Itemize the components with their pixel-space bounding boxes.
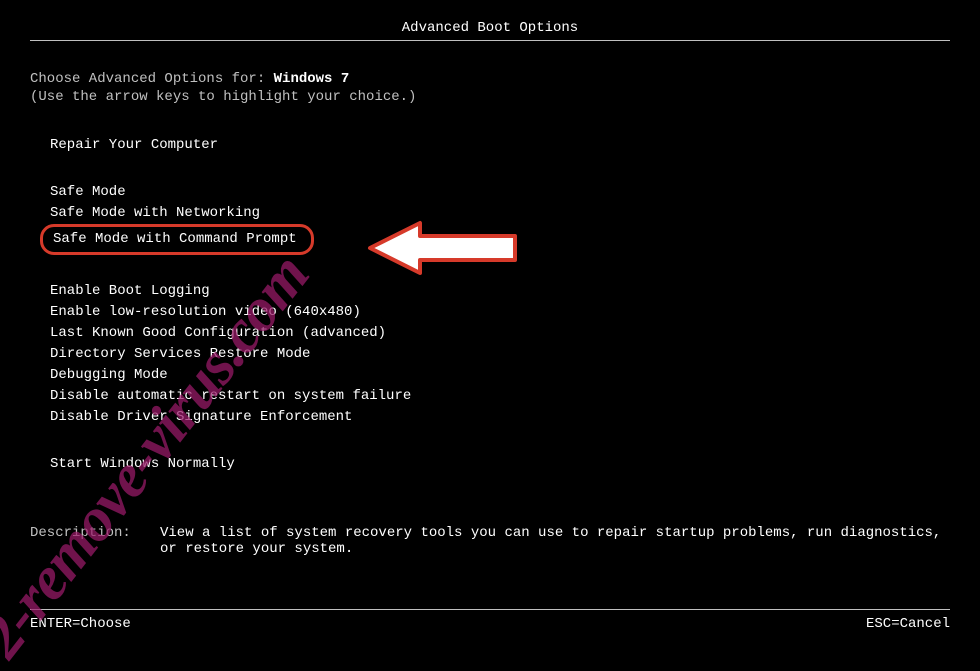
prompt-line: Choose Advanced Options for: Windows 7 <box>30 71 950 87</box>
prompt-prefix: Choose Advanced Options for: <box>30 71 274 87</box>
menu-group-advanced: Enable Boot Logging Enable low-resolutio… <box>50 281 950 428</box>
menu-item-start-normally[interactable]: Start Windows Normally <box>50 454 235 475</box>
menu-group-safemode: Safe Mode Safe Mode with Networking Safe… <box>50 182 950 255</box>
menu-item-safe-mode[interactable]: Safe Mode <box>50 182 126 203</box>
menu-item-disable-driver-sig[interactable]: Disable Driver Signature Enforcement <box>50 407 352 428</box>
menu-item-safe-mode-networking[interactable]: Safe Mode with Networking <box>50 203 260 224</box>
os-name: Windows 7 <box>274 71 350 87</box>
hint-text: (Use the arrow keys to highlight your ch… <box>30 89 950 105</box>
menu-group-repair: Repair Your Computer <box>50 135 950 156</box>
menu-group-normal: Start Windows Normally <box>50 454 950 475</box>
description-block: Description: View a list of system recov… <box>30 525 950 557</box>
menu-item-low-res[interactable]: Enable low-resolution video (640x480) <box>50 302 361 323</box>
menu-item-last-known-good[interactable]: Last Known Good Configuration (advanced) <box>50 323 386 344</box>
boot-menu: Repair Your Computer Safe Mode Safe Mode… <box>50 135 950 475</box>
menu-item-debugging[interactable]: Debugging Mode <box>50 365 168 386</box>
footer-esc: ESC=Cancel <box>866 616 950 632</box>
description-text: View a list of system recovery tools you… <box>160 525 950 557</box>
menu-item-repair[interactable]: Repair Your Computer <box>50 135 218 156</box>
footer-bar: ENTER=Choose ESC=Cancel <box>30 609 950 632</box>
menu-item-boot-logging[interactable]: Enable Boot Logging <box>50 281 210 302</box>
title-bar: Advanced Boot Options <box>30 20 950 41</box>
menu-item-safe-mode-cmd[interactable]: Safe Mode with Command Prompt <box>40 224 314 255</box>
page-title: Advanced Boot Options <box>402 20 578 36</box>
menu-item-ds-restore[interactable]: Directory Services Restore Mode <box>50 344 310 365</box>
footer-enter: ENTER=Choose <box>30 616 131 632</box>
description-label: Description: <box>30 525 160 557</box>
menu-item-disable-auto-restart[interactable]: Disable automatic restart on system fail… <box>50 386 411 407</box>
